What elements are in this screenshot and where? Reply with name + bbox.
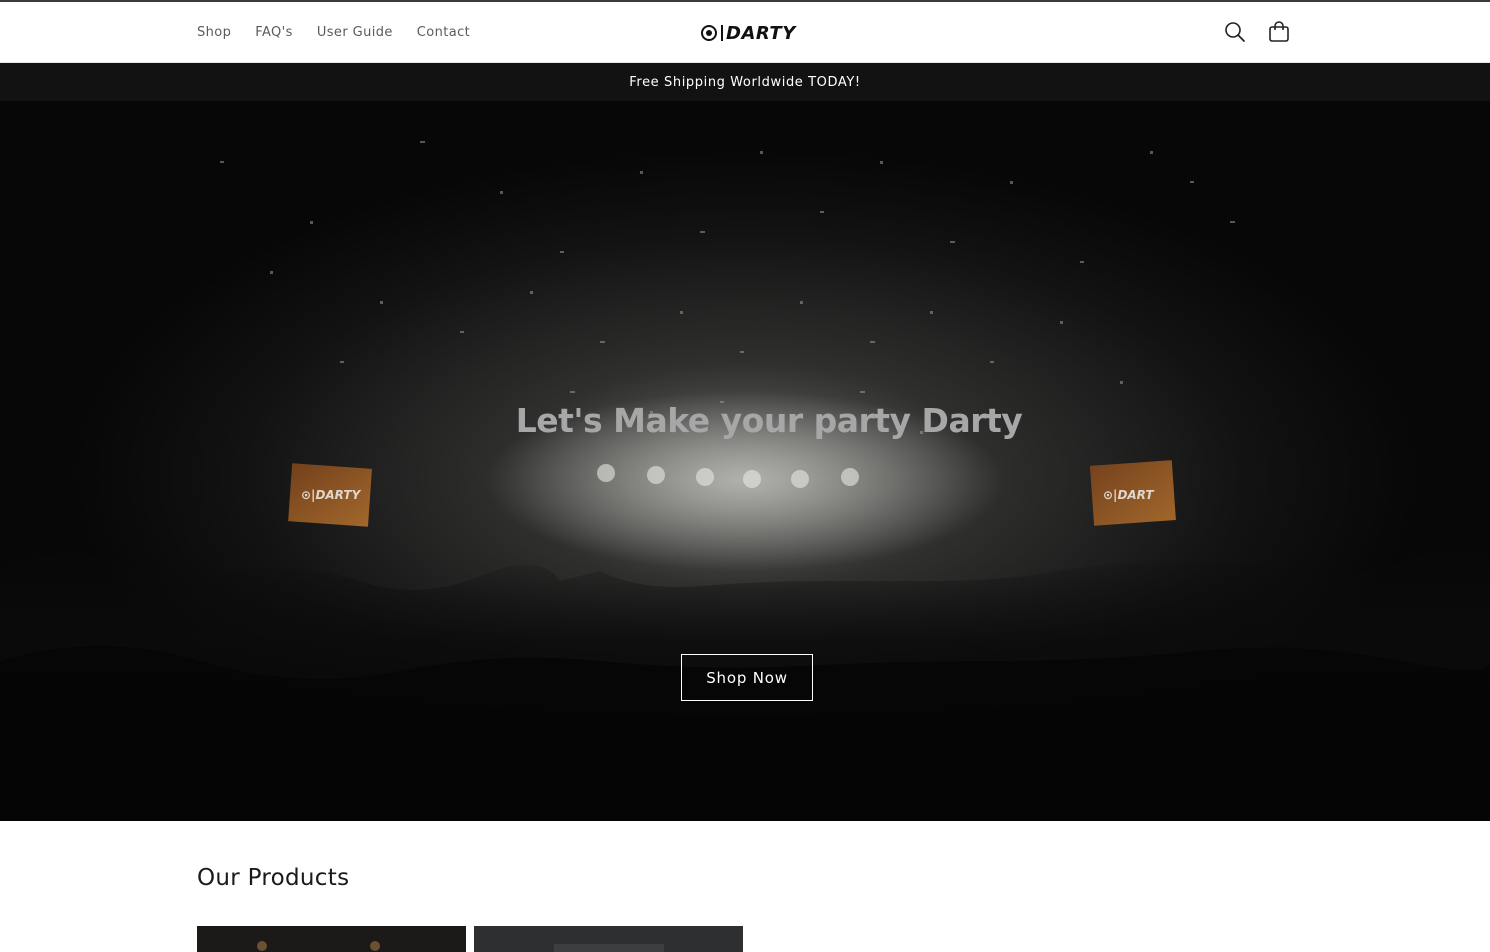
section-heading-our-products: Our Products	[197, 865, 350, 891]
product-card[interactable]	[197, 926, 466, 952]
product-card[interactable]	[474, 926, 743, 952]
nav-link-user-guide[interactable]: User Guide	[317, 25, 393, 40]
logo-divider	[721, 25, 723, 41]
concert-background-image: ⊙|DARTY ⊙|DART	[0, 101, 1490, 821]
search-icon	[1225, 22, 1245, 42]
nav-link-faqs[interactable]: FAQ's	[255, 25, 293, 40]
logo-target-icon	[701, 25, 717, 41]
main-nav: Shop FAQ's User Guide Contact	[197, 2, 494, 63]
nav-link-contact[interactable]: Contact	[417, 25, 470, 40]
product-image	[257, 941, 380, 951]
logo-wordmark: DARTY	[726, 22, 796, 44]
screen-logo-right: ⊙|DART	[1103, 488, 1154, 502]
announcement-bar: Free Shipping Worldwide TODAY!	[0, 63, 1490, 101]
site-header: Shop FAQ's User Guide Contact DARTY	[0, 2, 1490, 63]
site-logo[interactable]: DARTY	[701, 22, 796, 44]
cart-icon	[1269, 21, 1289, 42]
screen-logo-left: ⊙|DARTY	[301, 488, 362, 502]
hero-banner: ⊙|DARTY ⊙|DART Let's Make your party Dar…	[0, 101, 1490, 821]
product-image	[554, 944, 664, 952]
cart-button[interactable]	[1265, 18, 1293, 46]
hero-title: Let's Make your party Darty	[515, 401, 1023, 440]
search-button[interactable]	[1221, 18, 1249, 46]
shop-now-button[interactable]: Shop Now	[681, 654, 813, 701]
nav-link-shop[interactable]: Shop	[197, 25, 231, 40]
announcement-text: Free Shipping Worldwide TODAY!	[629, 74, 861, 90]
